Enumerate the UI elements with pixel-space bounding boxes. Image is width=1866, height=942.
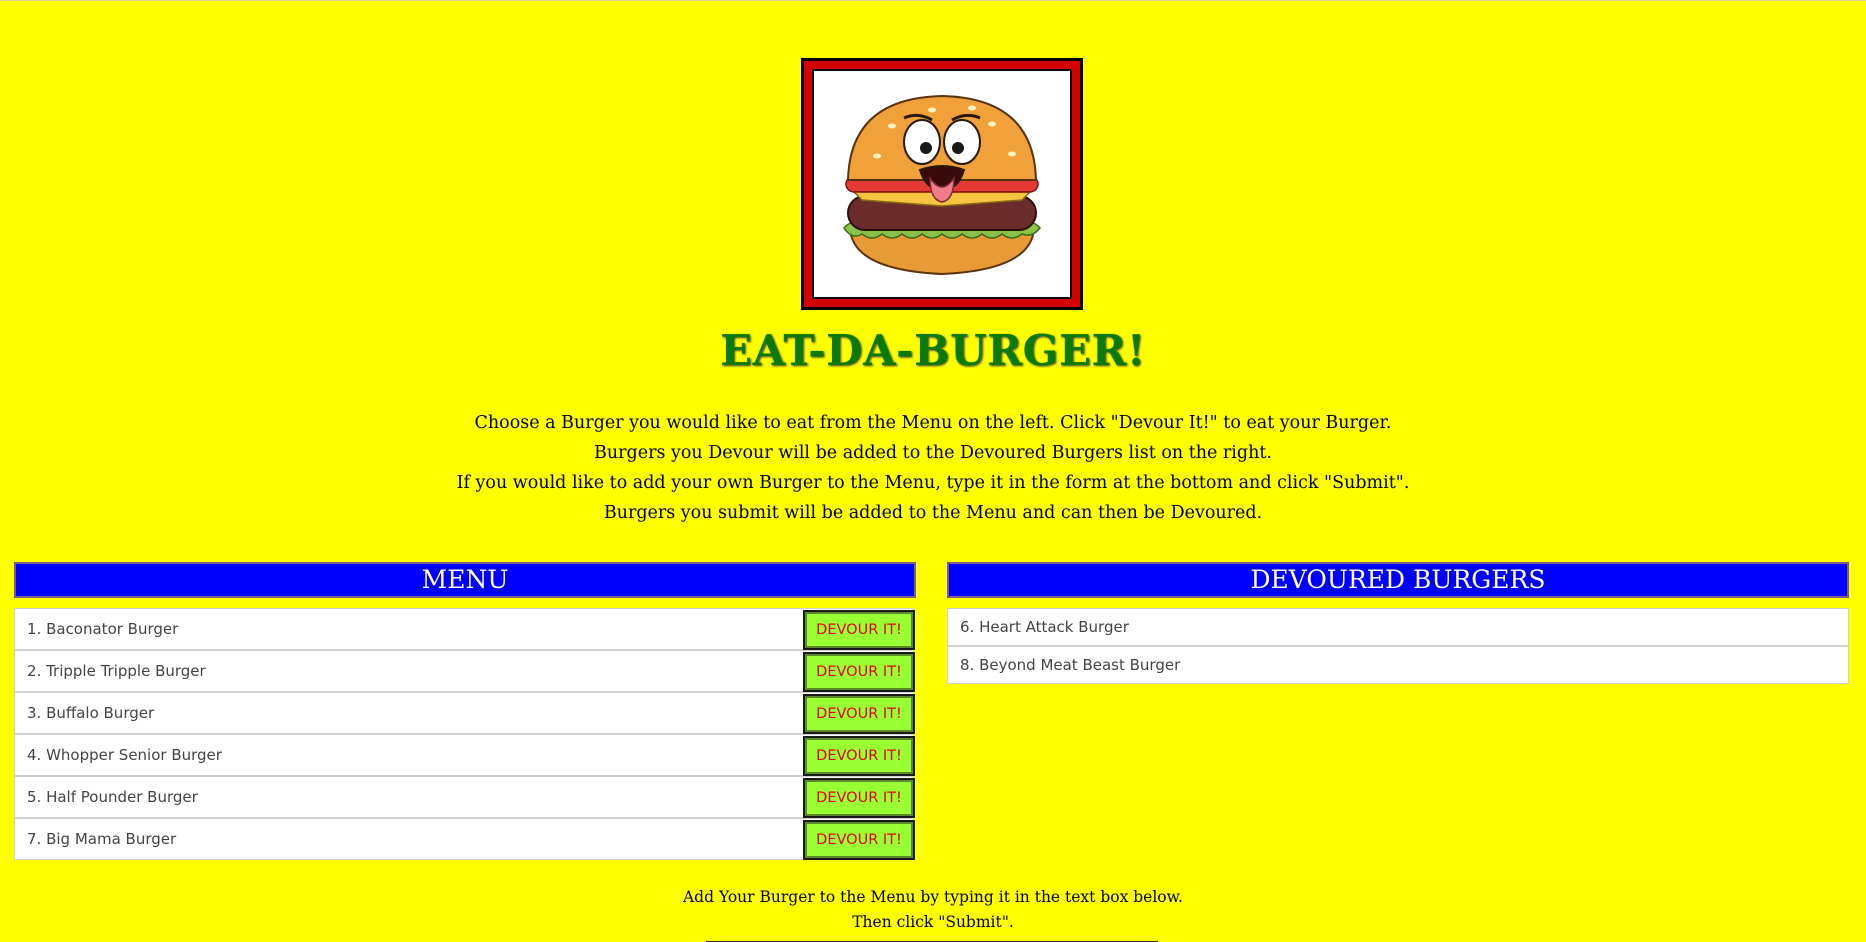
devour-button[interactable]: DEVOUR IT! bbox=[803, 652, 915, 692]
menu-item-label: 4. Whopper Senior Burger bbox=[27, 746, 222, 764]
menu-item: 2. Tripple Tripple Burger DEVOUR IT! bbox=[14, 650, 915, 692]
add-burger-instructions: Add Your Burger to the Menu by typing it… bbox=[0, 885, 1866, 935]
menu-item: 5. Half Pounder Burger DEVOUR IT! bbox=[14, 776, 915, 818]
devour-button[interactable]: DEVOUR IT! bbox=[803, 820, 915, 860]
devour-button[interactable]: DEVOUR IT! bbox=[803, 610, 915, 650]
add-burger-line: Then click "Submit". bbox=[852, 913, 1014, 931]
page-title: EAT-DA-BURGER! bbox=[720, 326, 1146, 375]
menu-item: 4. Whopper Senior Burger DEVOUR IT! bbox=[14, 734, 915, 776]
instruction-line: If you would like to add your own Burger… bbox=[456, 473, 1410, 493]
devoured-item-label: 6. Heart Attack Burger bbox=[960, 618, 1129, 636]
instruction-line: Choose a Burger you would like to eat fr… bbox=[474, 413, 1392, 433]
menu-item-label: 5. Half Pounder Burger bbox=[27, 788, 198, 806]
menu-item: 1. Baconator Burger DEVOUR IT! bbox=[14, 608, 915, 650]
instructions: Choose a Burger you would like to eat fr… bbox=[0, 408, 1866, 528]
menu-item-label: 7. Big Mama Burger bbox=[27, 830, 177, 848]
menu-heading: MENU bbox=[14, 562, 916, 598]
devoured-heading: DEVOURED BURGERS bbox=[947, 562, 1849, 598]
menu-item-label: 3. Buffalo Burger bbox=[27, 704, 155, 722]
devoured-item: 8. Beyond Meat Beast Burger bbox=[947, 646, 1849, 684]
burger-logo bbox=[812, 69, 1072, 299]
add-burger-line: Add Your Burger to the Menu by typing it… bbox=[682, 888, 1183, 906]
devoured-item-label: 8. Beyond Meat Beast Burger bbox=[960, 656, 1181, 674]
devour-button[interactable]: DEVOUR IT! bbox=[803, 736, 915, 776]
menu-item: 7. Big Mama Burger DEVOUR IT! bbox=[14, 818, 915, 860]
devour-button[interactable]: DEVOUR IT! bbox=[803, 694, 915, 734]
menu-item: 3. Buffalo Burger DEVOUR IT! bbox=[14, 692, 915, 734]
page: EAT-DA-BURGER! Choose a Burger you would… bbox=[0, 0, 1866, 942]
instruction-line: Burgers you submit will be added to the … bbox=[603, 503, 1263, 523]
instruction-line: Burgers you Devour will be added to the … bbox=[594, 443, 1272, 463]
burger-mascot-icon bbox=[843, 94, 1041, 276]
devour-button[interactable]: DEVOUR IT! bbox=[803, 778, 915, 818]
devoured-item: 6. Heart Attack Burger bbox=[947, 608, 1849, 646]
menu-list: 1. Baconator Burger DEVOUR IT! 2. Trippl… bbox=[14, 608, 915, 860]
devoured-list: 6. Heart Attack Burger 8. Beyond Meat Be… bbox=[947, 608, 1849, 684]
menu-item-label: 2. Tripple Tripple Burger bbox=[27, 662, 206, 680]
menu-item-label: 1. Baconator Burger bbox=[27, 620, 179, 638]
burger-logo-frame bbox=[801, 58, 1083, 310]
